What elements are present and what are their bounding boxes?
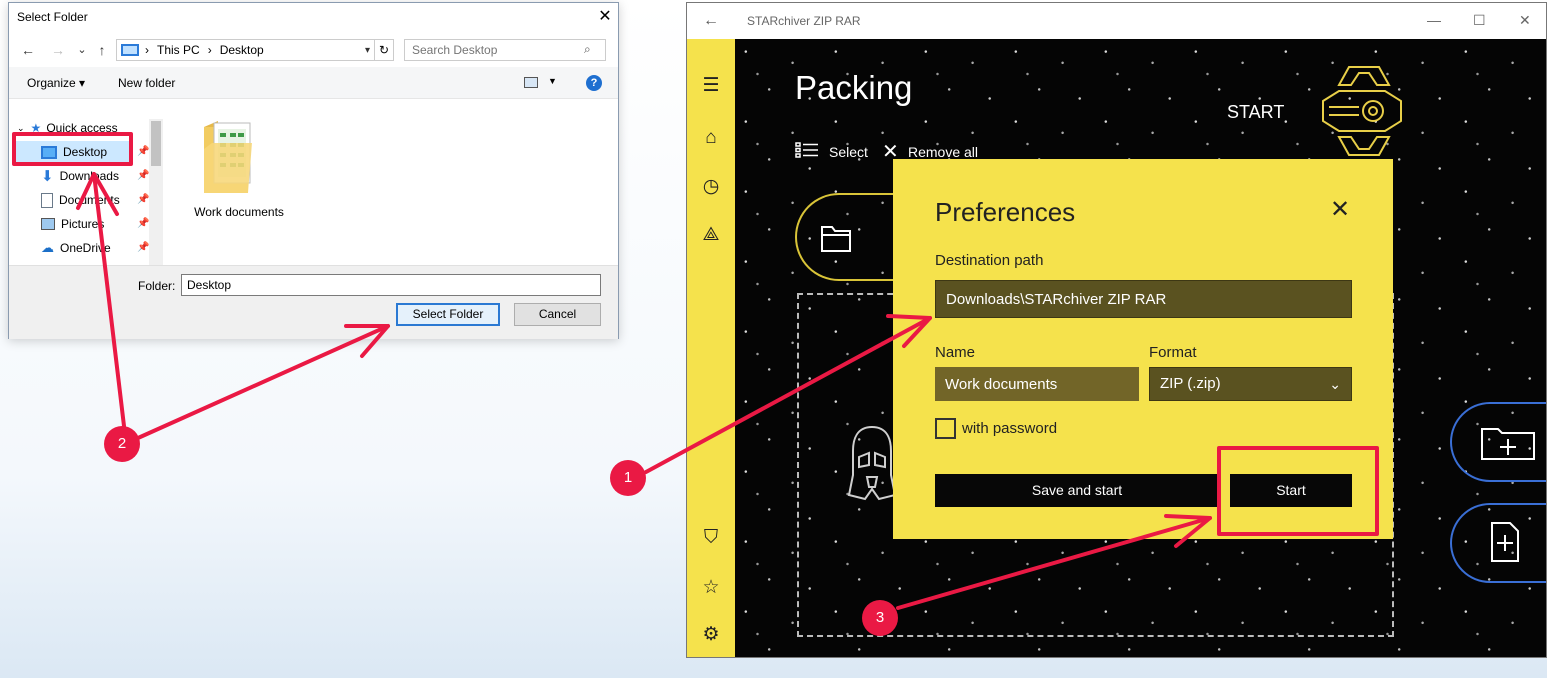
tree-item-onedrive[interactable]: ☁ OneDrive: [9, 237, 149, 259]
starship-icon[interactable]: [1319, 63, 1405, 159]
menu-icon[interactable]: ☰: [699, 74, 723, 98]
breadcrumb-desktop[interactable]: Desktop: [220, 43, 264, 57]
tree-item-desktop[interactable]: Desktop: [15, 141, 133, 163]
minimize-icon[interactable]: —: [1427, 12, 1441, 28]
save-and-start-button[interactable]: Save and start: [935, 474, 1219, 507]
search-input[interactable]: [404, 39, 606, 61]
scrollbar-thumb[interactable]: [151, 121, 161, 166]
back-arrow-icon[interactable]: ←: [19, 41, 37, 59]
archive-name-input[interactable]: [935, 367, 1139, 401]
history-icon[interactable]: ◷: [699, 175, 723, 199]
select-folder-button[interactable]: Select Folder: [396, 303, 500, 326]
breadcrumb-this-pc[interactable]: This PC: [157, 43, 200, 57]
tree-label: Pictures: [61, 217, 105, 231]
tree-label: OneDrive: [60, 241, 111, 255]
list-select-icon[interactable]: [795, 142, 819, 158]
home-icon[interactable]: ⌂: [699, 126, 723, 150]
share-icon[interactable]: ⟁: [699, 223, 723, 247]
format-dropdown[interactable]: ZIP (.zip) ⌄: [1149, 367, 1352, 401]
close-icon[interactable]: ✕: [1330, 195, 1350, 224]
password-checkbox[interactable]: [935, 418, 956, 439]
tree-item-downloads[interactable]: ⬇ Downloads: [9, 165, 149, 187]
settings-icon[interactable]: ⚙: [699, 623, 723, 647]
tree-item-pictures[interactable]: Pictures: [9, 213, 149, 235]
refresh-icon[interactable]: ↻: [374, 39, 394, 61]
start-button[interactable]: Start: [1230, 474, 1352, 507]
select-button[interactable]: Select: [829, 144, 868, 160]
document-icon: [41, 192, 53, 208]
tree-label: Quick access: [46, 121, 118, 135]
annotation-badge-1: 1: [610, 460, 646, 496]
tree-label: Desktop: [63, 145, 108, 159]
download-icon: ⬇: [41, 168, 54, 185]
tree-item-quick-access[interactable]: ⌄ ★ Quick access: [17, 117, 157, 139]
remove-all-button[interactable]: Remove all: [908, 144, 978, 160]
folder-name-input[interactable]: [181, 274, 601, 296]
star-icon[interactable]: ☆: [699, 576, 723, 600]
navigation-pane: ⌄ ★ Quick access Desktop 📌 ⬇ Downloads 📌…: [9, 100, 164, 266]
destination-path-label: Destination path: [935, 252, 1044, 269]
tree-label: Downloads: [59, 169, 119, 183]
start-label[interactable]: START: [1227, 102, 1284, 123]
helmet-icon: [847, 425, 897, 501]
tree-label: Documents: [59, 193, 120, 207]
tree-item-documents[interactable]: Documents: [9, 189, 149, 211]
folder-add-icon: [1481, 428, 1535, 460]
help-icon[interactable]: ?: [586, 75, 602, 91]
forward-arrow-icon[interactable]: →: [49, 41, 67, 59]
folder-item-work-documents[interactable]: Work documents: [189, 115, 289, 225]
chevron-down-icon[interactable]: ▼: [548, 76, 557, 86]
computer-icon: [121, 44, 139, 56]
pin-icon[interactable]: 📌: [137, 170, 149, 181]
format-value: ZIP (.zip): [1160, 375, 1221, 392]
folder-open-icon: [821, 226, 851, 252]
dialog-title: Select Folder: [17, 10, 88, 24]
folder-item-label: Work documents: [194, 205, 284, 219]
preferences-title: Preferences: [935, 197, 1076, 227]
file-add-icon: [1491, 522, 1519, 562]
organize-button[interactable]: Organize ▾: [27, 76, 85, 90]
pin-icon[interactable]: 📌: [137, 242, 149, 253]
up-arrow-icon[interactable]: ↑: [93, 41, 111, 59]
cloud-icon: ☁: [41, 240, 54, 255]
app-sidebar: ☰ ⌂ ◷ ⟁ ⛉ ☆ ⚙: [687, 39, 735, 657]
close-icon[interactable]: ✕: [595, 7, 615, 27]
password-label: with password: [962, 420, 1058, 437]
star-icon: ★: [30, 121, 42, 135]
store-icon[interactable]: ⛉: [699, 526, 723, 550]
maximize-icon[interactable]: ☐: [1473, 12, 1486, 29]
recent-locations-icon[interactable]: ⌄: [73, 41, 91, 59]
starchiver-window: ← STARchiver ZIP RAR — ☐ ✕ ☰ ⌂ ◷ ⟁ ⛉ ☆ ⚙…: [686, 2, 1547, 658]
back-arrow-icon[interactable]: ←: [703, 12, 719, 30]
pin-icon[interactable]: 📌: [137, 218, 149, 229]
pin-icon[interactable]: 📌: [137, 146, 149, 157]
preferences-panel: Preferences ✕ Destination path Name Form…: [893, 159, 1393, 539]
annotation-badge-3: 3: [862, 600, 898, 636]
breadcrumb-sep-icon: ›: [207, 43, 212, 57]
folder-label: Folder:: [138, 279, 176, 293]
chevron-down-icon[interactable]: ▾: [365, 45, 370, 56]
view-options-icon[interactable]: [524, 77, 538, 88]
folder-icon: [204, 121, 252, 193]
annotation-badge-2: 2: [104, 426, 140, 462]
chevron-down-icon: ⌄: [1329, 376, 1341, 392]
format-label: Format: [1149, 344, 1197, 361]
pin-icon[interactable]: 📌: [137, 194, 149, 205]
name-label: Name: [935, 344, 976, 361]
destination-path-input[interactable]: [935, 280, 1352, 318]
desktop-icon: [41, 145, 57, 159]
close-icon[interactable]: ✕: [1519, 12, 1531, 29]
address-bar[interactable]: › This PC › Desktop ▾: [116, 39, 375, 61]
page-title: Packing: [795, 69, 913, 106]
select-folder-dialog: Select Folder ✕ ← → ⌄ ↑ › This PC › Desk…: [8, 2, 619, 339]
cancel-button[interactable]: Cancel: [514, 303, 601, 326]
picture-icon: [41, 218, 55, 230]
new-folder-button[interactable]: New folder: [118, 76, 175, 90]
chevron-down-icon[interactable]: ⌄: [17, 123, 25, 134]
search-icon: ⌕: [584, 42, 591, 56]
breadcrumb-sep-icon: ›: [145, 43, 149, 57]
app-title: STARchiver ZIP RAR: [747, 14, 861, 28]
